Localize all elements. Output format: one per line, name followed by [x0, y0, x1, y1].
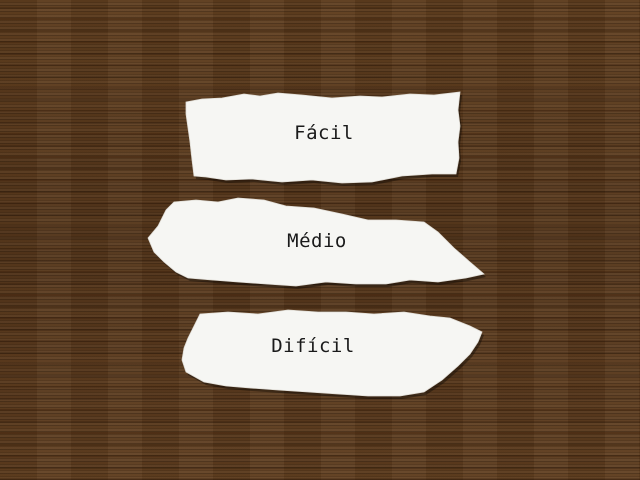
- easy-option-button[interactable]: Fácil: [182, 90, 466, 188]
- hard-option-label: Difícil: [271, 335, 355, 357]
- medium-option-label: Médio: [287, 230, 347, 252]
- easy-option-label: Fácil: [294, 122, 354, 144]
- difficulty-menu-screen: Fácil Médio Difícil: [0, 0, 640, 480]
- hard-option-button[interactable]: Difícil: [178, 308, 488, 402]
- medium-option-button[interactable]: Médio: [146, 196, 488, 290]
